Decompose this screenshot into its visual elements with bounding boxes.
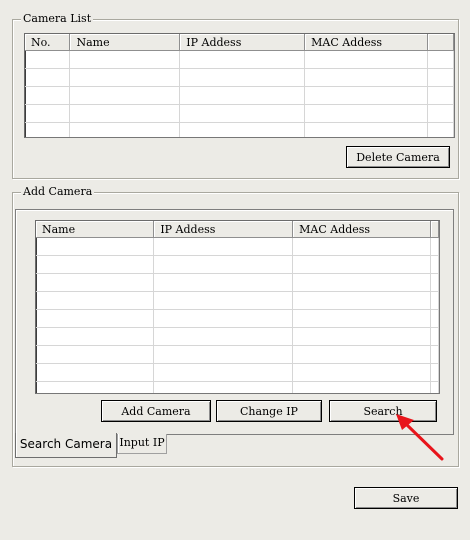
table-row[interactable] [36, 381, 439, 393]
table-row[interactable] [25, 68, 454, 87]
column-header-mac-address[interactable]: MAC Addess [304, 34, 429, 51]
tab-search-camera[interactable]: Search Camera [15, 433, 117, 458]
table-row[interactable] [36, 237, 439, 256]
table-row[interactable] [25, 50, 454, 69]
column-header-no[interactable]: No. [25, 34, 71, 51]
table-row[interactable] [36, 273, 439, 292]
camera-list-table[interactable]: No. Name IP Addess MAC Addess [24, 33, 455, 138]
table-row[interactable] [25, 104, 454, 123]
table-row[interactable] [36, 309, 439, 328]
table-row[interactable] [36, 363, 439, 382]
camera-list-title: Camera List [21, 12, 94, 26]
delete-camera-button[interactable]: Delete Camera [346, 146, 450, 168]
table-row[interactable] [36, 327, 439, 346]
column-header-filler [430, 221, 439, 238]
add-camera-title: Add Camera [21, 185, 95, 199]
search-results-table[interactable]: Name IP Addess MAC Addess [35, 220, 440, 394]
table-row[interactable] [36, 291, 439, 310]
tab-input-ip[interactable]: Input IP [117, 434, 167, 454]
column-header-filler [427, 34, 454, 51]
table-row[interactable] [36, 255, 439, 274]
table-row[interactable] [25, 122, 454, 137]
table-row[interactable] [25, 86, 454, 105]
search-results-rows[interactable] [36, 237, 439, 393]
table-row[interactable] [36, 345, 439, 364]
camera-list-rows[interactable] [25, 50, 454, 137]
save-button[interactable]: Save [354, 487, 458, 509]
column-header-mac-address[interactable]: MAC Addess [292, 221, 431, 238]
search-button[interactable]: Search [329, 400, 437, 422]
column-header-name[interactable]: Name [69, 34, 181, 51]
column-header-ip-address[interactable]: IP Addess [153, 221, 294, 238]
column-header-name[interactable]: Name [36, 221, 155, 238]
add-camera-button[interactable]: Add Camera [101, 400, 211, 422]
column-header-ip-address[interactable]: IP Addess [179, 34, 306, 51]
change-ip-button[interactable]: Change IP [216, 400, 322, 422]
